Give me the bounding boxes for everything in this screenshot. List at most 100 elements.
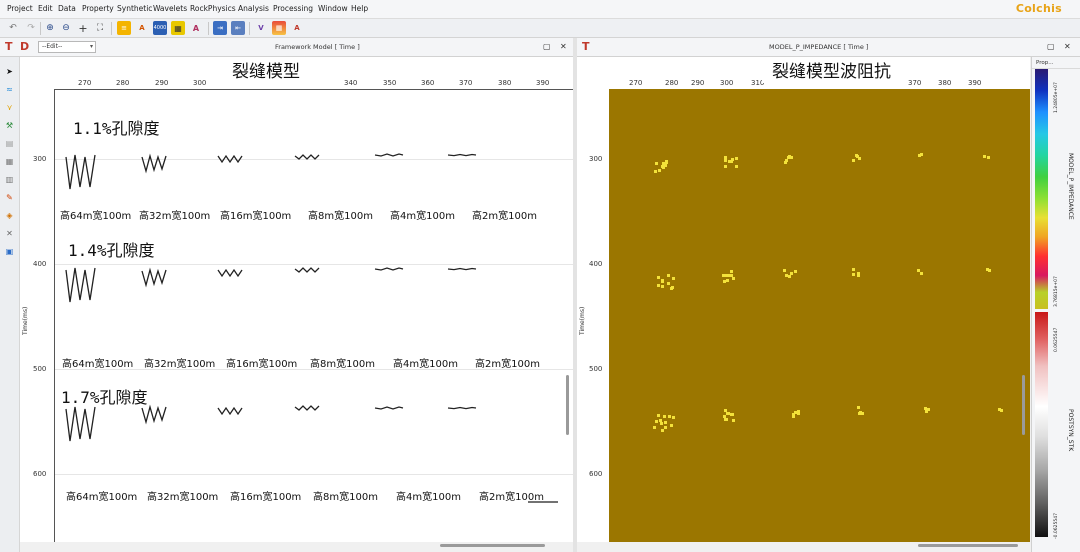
impedance-anomaly-pixel [731,158,734,161]
horizon-pick-icon[interactable]: ≈ [3,83,16,96]
fracture-label: 高2m宽100m [475,359,540,370]
menu-property[interactable]: Property [82,4,114,14]
impedance-plot[interactable]: 270 280 290 300 310 370 380 390 300 400 … [577,57,1030,542]
menu-wavelets[interactable]: Wavelets [153,4,187,14]
impedance-anomaly-pixel [668,415,671,418]
edit-mode-select[interactable]: --Edit-- ▾ [38,41,96,53]
depth-domain-icon[interactable]: D [20,41,29,52]
menu-rockphysics[interactable]: RockPhysics [190,4,236,14]
impedance-anomaly-pixel [725,274,728,277]
menu-processing[interactable]: Processing [273,4,313,14]
impedance-anomaly-pixel [852,268,855,271]
left-vertical-scrollbar[interactable] [566,375,569,435]
right-vertical-scrollbar[interactable] [1022,375,1025,435]
impedance-anomaly-pixel [790,272,793,275]
impedance-anomaly-pixel [731,413,734,416]
fracture-row-1 [65,153,477,190]
maximize-icon[interactable]: ▢ [543,42,551,52]
fracture-label: 高2m宽100m [479,492,544,503]
fracture-label: 高16m宽100m [220,211,292,222]
fracture-16m [217,268,243,278]
right-panel-header: T MODEL_P_IMPEDANCE [ Time ] ▢ ✕ [577,38,1080,57]
pencil-icon[interactable]: ✎ [3,191,16,204]
undo-icon[interactable]: ↶ [6,21,20,35]
impedance-anomaly-pixel [664,426,667,429]
well-list-icon[interactable]: ≡ [117,21,131,35]
fracture-label: 高32m宽100m [147,492,219,503]
impedance-colorbar[interactable] [1035,69,1048,309]
impedance-anomaly-pixel [724,159,727,162]
zoom-out-icon[interactable]: ⊖ [59,21,73,35]
curve-a-icon[interactable]: A [189,21,203,35]
redo-icon[interactable]: ↷ [24,21,38,35]
export-icon[interactable]: ⇤ [231,21,245,35]
fracture-label: 高8m宽100m [308,211,373,222]
dataset-4000-icon[interactable]: 4000 [153,21,167,35]
fault-pick-icon[interactable]: ⋎ [3,101,16,114]
fill-icon[interactable]: ◈ [3,209,16,222]
impedance-anomaly-pixel [859,411,862,414]
curve-label-icon[interactable]: A [290,21,304,35]
menu-analysis[interactable]: Analysis [238,4,269,14]
impedance-anomaly-pixel [735,157,738,160]
grid-icon[interactable]: ▦ [3,155,16,168]
fracture-4m [374,267,404,271]
pointer-icon[interactable]: ➤ [3,65,16,78]
menu-data[interactable]: Data [58,4,76,14]
well-abc-icon[interactable]: A [135,21,149,35]
close-icon[interactable]: ✕ [1064,42,1071,52]
colorbar-header: Prop... [1032,57,1080,69]
well-tie-icon[interactable]: ⚒ [3,119,16,132]
fracture-64m [65,154,96,190]
right-panel-title: MODEL_P_IMPEDANCE [ Time ] [769,43,869,51]
framework-model-plot[interactable]: 270 280 290 300 340 350 360 370 380 390 … [20,57,573,542]
impedance-anomaly-pixel [661,429,664,432]
fracture-label: 高4m宽100m [393,359,458,370]
table-icon[interactable]: ▥ [3,173,16,186]
fracture-row-3 [65,404,477,442]
impedance-anomaly-pixel [732,419,735,422]
impedance-anomaly-pixel [667,282,670,285]
volume-icon[interactable]: ▣ [3,245,16,258]
fracture-32m [141,153,167,174]
menu-edit[interactable]: Edit [38,4,53,14]
fracture-8m [294,405,320,411]
layer-icon[interactable]: ▤ [3,137,16,150]
vp-log-icon[interactable]: V [254,21,268,35]
impedance-anomaly-pixel [657,284,660,287]
left-horizontal-scrollbar[interactable] [440,544,545,547]
fracture-64m [65,406,96,442]
impedance-anomaly-pixel [654,170,657,173]
fracture-label: 高16m宽100m [226,359,298,370]
fracture-4m [374,406,404,410]
impedance-anomaly-pixel [1000,409,1003,412]
zoom-in-icon[interactable]: ⊕ [43,21,57,35]
menu-window[interactable]: Window [318,4,348,14]
menu-help[interactable]: Help [351,4,368,14]
pan-icon[interactable]: + [76,21,90,35]
impedance-anomaly-pixel [797,410,800,413]
fracture-4m [374,153,404,157]
fracture-32m [141,267,167,288]
grid-table-icon[interactable]: ▦ [171,21,185,35]
stack-colorbar[interactable] [1035,312,1048,537]
fracture-label: 高16m宽100m [230,492,302,503]
right-horizontal-scrollbar[interactable] [918,544,1018,547]
fracture-label: 高4m宽100m [390,211,455,222]
stack-colorbar-label: POSTSYN_STK [1067,409,1074,452]
impedance-anomaly-pixel [655,420,658,423]
property-map-icon[interactable]: ▦ [272,21,286,35]
fit-view-icon[interactable]: ⛶ [93,21,107,35]
maximize-icon[interactable]: ▢ [1047,42,1055,52]
fracture-16m [217,154,243,164]
toolbar-separator [40,22,41,35]
eraser-icon[interactable]: ✕ [3,227,16,240]
menu-project[interactable]: Project [7,4,33,14]
time-domain-icon[interactable]: T [582,41,590,52]
menu-synthetic[interactable]: Synthetic [117,4,152,14]
import-icon[interactable]: ⇥ [213,21,227,35]
fracture-8m [294,154,320,160]
impedance-anomaly-pixel [665,161,668,164]
close-icon[interactable]: ✕ [560,42,567,52]
time-domain-icon[interactable]: T [5,41,13,52]
